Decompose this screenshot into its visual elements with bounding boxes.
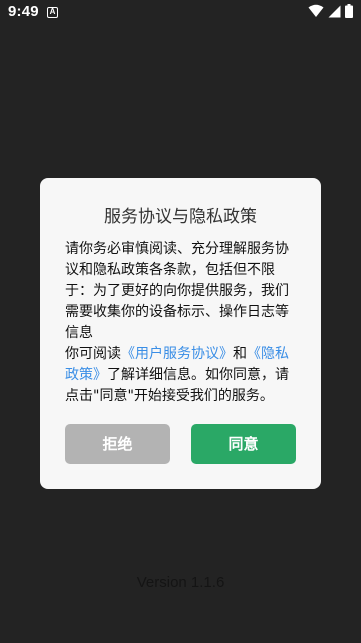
notification-a-icon: A: [47, 7, 58, 18]
version-label: Version 1.1.6: [136, 574, 225, 591]
terms-of-service-link[interactable]: 《用户服务协议》: [121, 346, 233, 362]
wifi-icon: [308, 4, 324, 18]
agree-button[interactable]: 同意: [191, 424, 296, 464]
privacy-dialog: 服务协议与隐私政策 请你务必审慎阅读、充分理解服务协议和隐私政策各条款，包括但不…: [40, 178, 321, 489]
status-time: 9:49: [8, 3, 39, 20]
dialog-paragraph-links: 你可阅读《用户服务协议》和《隐私政策》了解详细信息。如你同意，请点击"同意"开始…: [65, 344, 301, 407]
links-middle-text: 和: [233, 346, 247, 362]
links-prefix-text: 你可阅读: [65, 346, 121, 362]
battery-icon: [345, 4, 353, 18]
reject-button[interactable]: 拒绝: [65, 424, 170, 464]
status-bar: 9:49 A: [0, 0, 361, 28]
dialog-body: 请你务必审慎阅读、充分理解服务协议和隐私政策各条款，包括但不限于：为了更好的向你…: [65, 239, 301, 407]
dialog-title: 服务协议与隐私政策: [104, 207, 257, 227]
status-icons: [308, 4, 353, 18]
dialog-paragraph-notice: 请你务必审慎阅读、充分理解服务协议和隐私政策各条款，包括但不限于：为了更好的向你…: [65, 241, 289, 341]
cellular-signal-icon: [328, 5, 341, 18]
